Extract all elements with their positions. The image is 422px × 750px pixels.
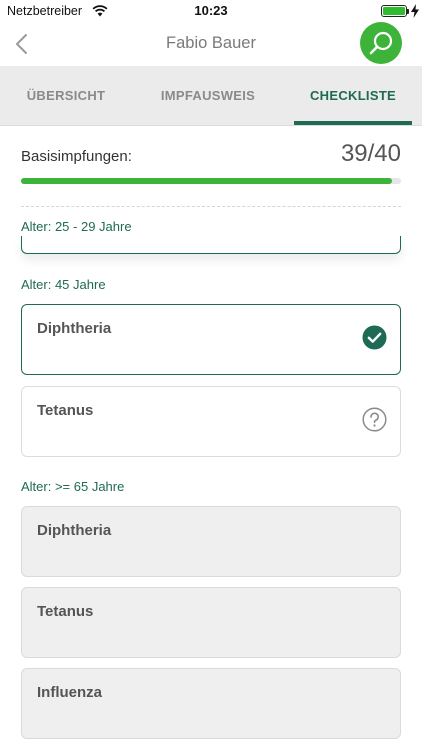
active-tab-indicator	[294, 121, 412, 125]
tab-uebersicht[interactable]: ÜBERSICHT	[0, 66, 132, 126]
status-bar: Netzbetreiber 10:23	[0, 0, 422, 22]
battery-cap	[407, 9, 409, 14]
vaccine-name: Influenza	[37, 684, 103, 701]
vaccine-name: Diphtheria	[37, 522, 112, 539]
vaccine-card-tetanus-45[interactable]: Tetanus	[21, 386, 401, 457]
vaccine-card-diphtheria-65[interactable]: Diphtheria	[21, 506, 401, 577]
vaccine-card-diphtheria-45[interactable]: Diphtheria	[21, 304, 401, 375]
vaccine-name: Tetanus	[37, 603, 94, 620]
nav-bar: Fabio Bauer	[0, 22, 422, 66]
group-label-65: Alter: >= 65 Jahre	[21, 479, 125, 494]
question-circle-icon	[362, 407, 387, 432]
collapsed-card[interactable]	[21, 236, 401, 254]
group-label-45: Alter: 45 Jahre	[21, 277, 106, 292]
clock: 10:23	[194, 3, 228, 18]
battery-icon	[381, 5, 407, 17]
vaccine-name: Diphtheria	[37, 320, 112, 337]
vaccine-card-tetanus-65[interactable]: Tetanus	[21, 587, 401, 658]
search-button[interactable]	[360, 22, 402, 64]
vaccine-card-influenza-65[interactable]: Influenza	[21, 668, 401, 739]
search-icon	[369, 31, 393, 55]
charging-icon	[411, 4, 419, 18]
tab-bar: ÜBERSICHT IMPFAUSWEIS CHECKLISTE	[0, 66, 422, 126]
progress-label: Basisimpfungen:	[21, 148, 132, 165]
divider	[21, 206, 401, 207]
page-title: Fabio Bauer	[166, 34, 256, 52]
tab-impfausweis[interactable]: IMPFAUSWEIS	[140, 66, 276, 126]
group-label-25-29: Alter: 25 - 29 Jahre	[21, 219, 132, 234]
vaccine-name: Tetanus	[37, 402, 94, 419]
progress-bar-fill	[21, 178, 392, 184]
progress-bar	[21, 178, 401, 184]
check-circle-icon	[362, 325, 387, 350]
tab-checkliste[interactable]: CHECKLISTE	[294, 66, 412, 126]
progress-count: 39/40	[340, 140, 401, 167]
